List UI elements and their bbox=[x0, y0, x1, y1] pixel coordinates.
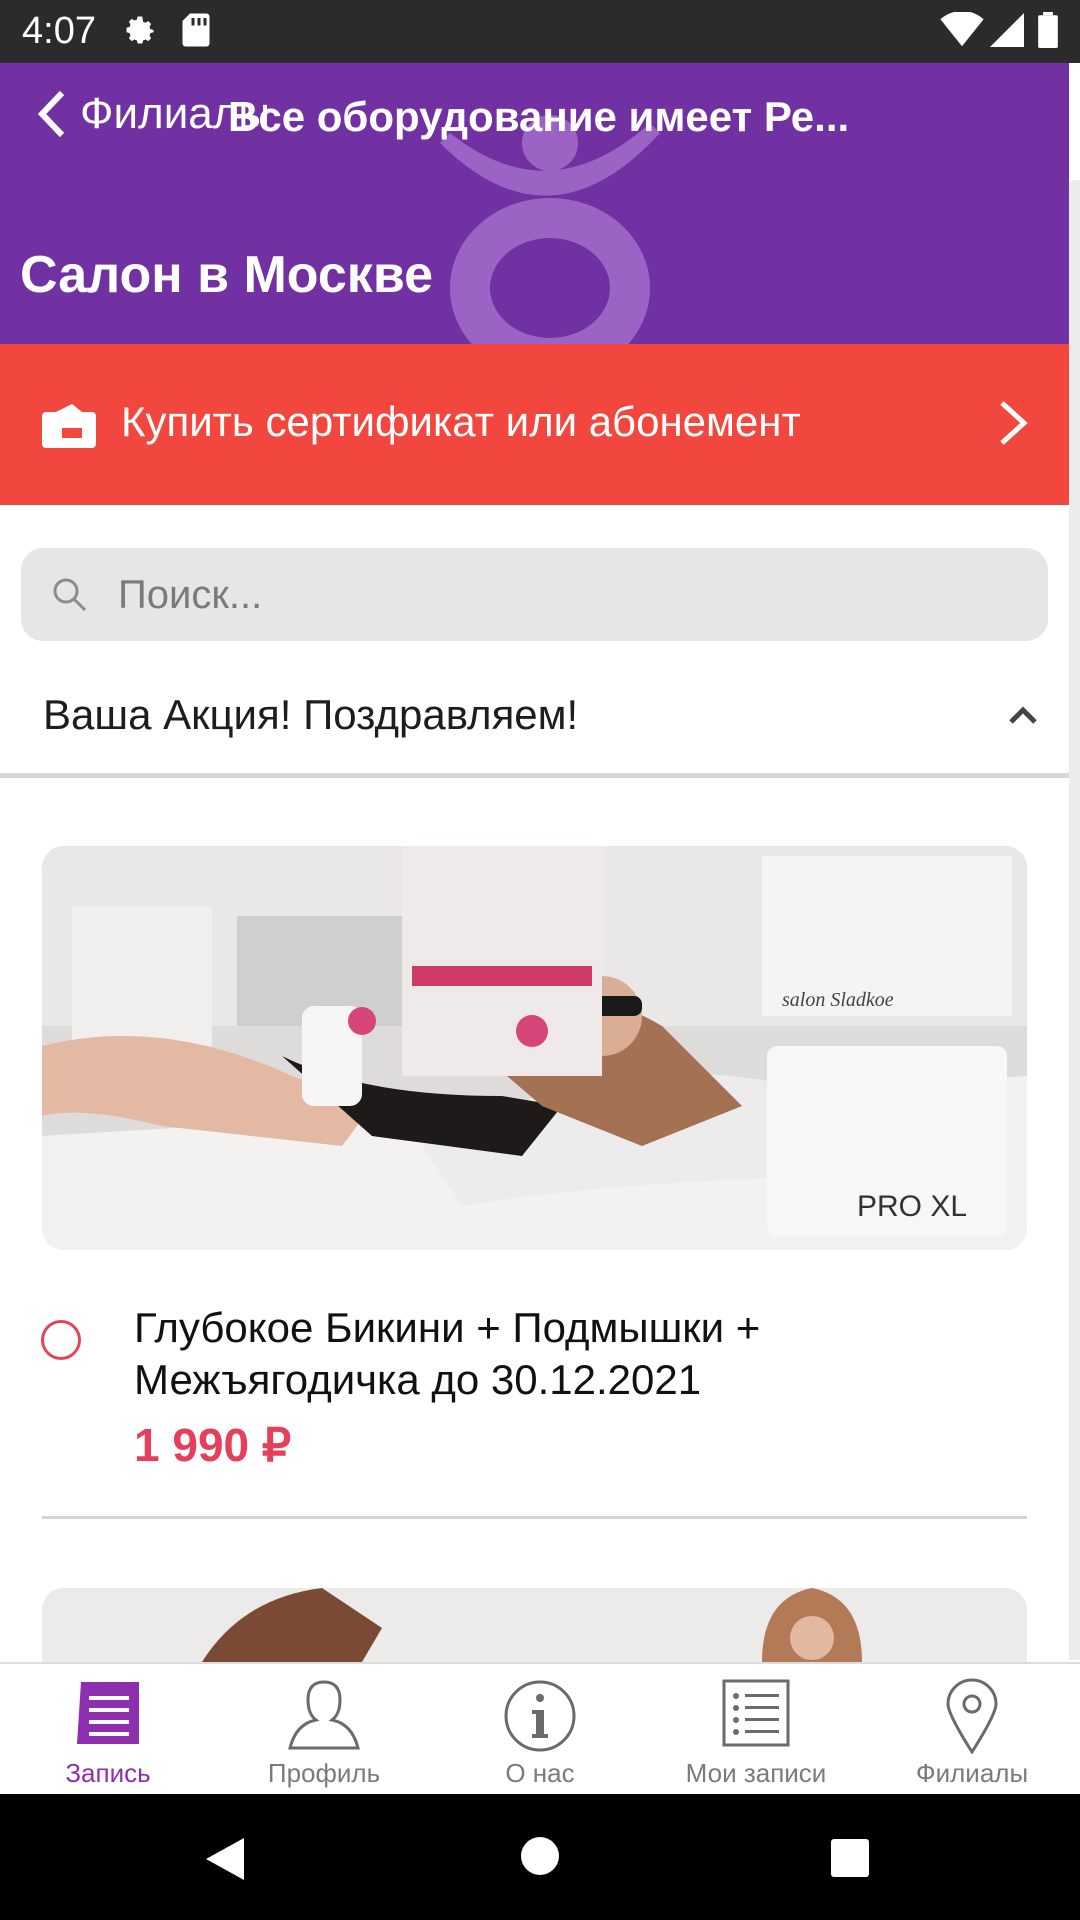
gear-icon bbox=[122, 12, 158, 53]
tab-branches[interactable]: Филиалы bbox=[864, 1664, 1080, 1796]
booking-list-icon bbox=[77, 1682, 139, 1744]
tab-about[interactable]: О нас bbox=[432, 1664, 648, 1796]
promo-image: PRO XL salon Sladkoe bbox=[42, 846, 1027, 1250]
promo-title: Глубокое Бикини + Подмышки + Межъягодичк… bbox=[134, 1304, 761, 1403]
battery-icon bbox=[1038, 12, 1058, 53]
system-nav-bar bbox=[0, 1794, 1080, 1920]
info-icon bbox=[504, 1680, 576, 1752]
tab-my-bookings[interactable]: Мои записи bbox=[648, 1664, 864, 1796]
recents-square-icon[interactable] bbox=[830, 1838, 870, 1878]
tab-label: Мои записи bbox=[685, 1758, 827, 1788]
profile-icon bbox=[288, 1680, 360, 1750]
back-triangle-icon[interactable] bbox=[204, 1836, 246, 1882]
tab-booking[interactable]: Запись bbox=[0, 1664, 216, 1796]
gift-card-icon bbox=[42, 404, 96, 448]
page-title: Все оборудование имеет Ре... bbox=[228, 93, 850, 140]
promo-section-header[interactable]: Ваша Акция! Поздравляем! bbox=[0, 665, 1069, 775]
tab-label: Филиалы bbox=[915, 1758, 1029, 1788]
location-pin-icon bbox=[946, 1678, 998, 1754]
signal-icon bbox=[990, 12, 1024, 53]
bottom-tab-bar: Запись Профиль О нас Мои записи Филиалы bbox=[0, 1662, 1080, 1796]
app-header: Филиалы Все оборудование имеет Ре... Сал… bbox=[0, 63, 1069, 344]
tab-label: Профиль bbox=[267, 1758, 381, 1788]
promo-select-radio[interactable] bbox=[41, 1320, 81, 1360]
home-circle-icon[interactable] bbox=[520, 1836, 560, 1876]
buy-certificate-label: Купить сертификат или абонемент bbox=[121, 398, 801, 445]
promo-image bbox=[42, 1588, 1027, 1662]
salon-name: Салон в Москве bbox=[20, 246, 434, 304]
search-box bbox=[21, 548, 1048, 643]
chevron-left-icon bbox=[37, 90, 65, 138]
search-icon bbox=[53, 578, 87, 612]
status-time: 4:07 bbox=[22, 10, 96, 52]
sd-card-icon bbox=[180, 12, 212, 53]
chevron-up-icon bbox=[1009, 706, 1037, 724]
tab-profile[interactable]: Профиль bbox=[216, 1664, 432, 1796]
section-divider bbox=[0, 773, 1069, 778]
device-label: PRO XL bbox=[857, 1190, 967, 1223]
tab-label: О нас bbox=[505, 1758, 575, 1788]
section-title: Ваша Акция! Поздравляем! bbox=[43, 691, 579, 738]
my-bookings-icon bbox=[722, 1679, 790, 1747]
svg-text:salon Sladkoe: salon Sladkoe bbox=[782, 989, 894, 1011]
promo-price: 1 990 ₽ bbox=[134, 1419, 292, 1471]
search-input[interactable] bbox=[116, 548, 1020, 643]
tab-label: Запись bbox=[65, 1758, 151, 1788]
scrollbar[interactable] bbox=[1069, 180, 1080, 1660]
wifi-icon bbox=[940, 10, 984, 53]
item-divider bbox=[42, 1516, 1027, 1519]
status-bar: 4:07 bbox=[0, 0, 1080, 63]
buy-certificate-button[interactable]: Купить сертификат или абонемент bbox=[0, 344, 1069, 505]
chevron-right-icon bbox=[1000, 401, 1028, 445]
